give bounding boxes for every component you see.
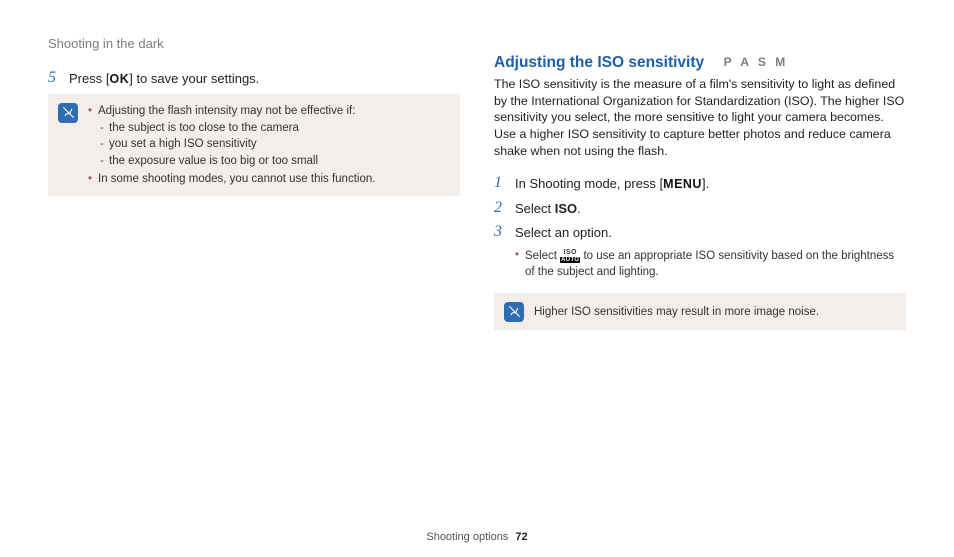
note-box: Higher ISO sensitivities may result in m… xyxy=(494,293,906,330)
iso-label: ISO xyxy=(555,201,577,216)
step-5: 5 Press [OK] to save your settings. xyxy=(48,69,460,88)
right-column: Adjusting the ISO sensitivity P A S M Th… xyxy=(494,36,906,502)
step-text: Press [OK] to save your settings. xyxy=(69,69,259,88)
section-paragraph: The ISO sensitivity is the measure of a … xyxy=(494,76,906,160)
note-icon xyxy=(58,103,78,123)
step-number: 2 xyxy=(494,199,510,217)
page-number: 72 xyxy=(515,531,527,543)
note-body: Higher ISO sensitivities may result in m… xyxy=(534,301,819,322)
step-1: 1 In Shooting mode, press [MENU]. xyxy=(494,174,906,193)
note-body: Adjusting the flash intensity may not be… xyxy=(88,102,375,188)
section-title: Adjusting the ISO sensitivity xyxy=(494,54,704,72)
breadcrumb: Shooting in the dark xyxy=(48,36,460,51)
step-3: 3 Select an option. xyxy=(494,223,906,242)
note-box: Adjusting the flash intensity may not be… xyxy=(48,94,460,196)
note-bullet: In some shooting modes, you cannot use t… xyxy=(88,171,375,188)
ok-button-label: OK xyxy=(109,72,129,86)
note-bullet: Adjusting the flash intensity may not be… xyxy=(88,103,375,170)
step-number: 5 xyxy=(48,69,64,87)
sub-text-post: to use an appropriate ISO sensitivity ba… xyxy=(525,250,894,279)
step-text: Select an option. xyxy=(515,223,612,242)
section-heading-row: Adjusting the ISO sensitivity P A S M xyxy=(494,54,906,72)
step-text: Select ISO. xyxy=(515,199,581,218)
note-dash: the subject is too close to the camera xyxy=(100,120,375,137)
text-suffix: ]. xyxy=(702,176,709,191)
mode-tags: P A S M xyxy=(724,55,789,69)
text-suffix: ] to save your settings. xyxy=(129,71,259,86)
sub-step: Select ISOAUTO to use an appropriate ISO… xyxy=(494,248,906,281)
note-icon xyxy=(504,302,524,322)
note-line: Adjusting the flash intensity may not be… xyxy=(98,105,355,117)
step-number: 1 xyxy=(494,174,510,192)
step-text: In Shooting mode, press [MENU]. xyxy=(515,174,709,193)
sub-text-pre: Select xyxy=(525,250,560,262)
note-dash: you set a high ISO sensitivity xyxy=(100,136,375,153)
page-footer: Shooting options 72 xyxy=(0,531,954,543)
footer-label: Shooting options xyxy=(426,531,508,543)
text-prefix: In Shooting mode, press [ xyxy=(515,176,663,191)
note-dash: the exposure value is too big or too sma… xyxy=(100,153,375,170)
iso-auto-icon: ISOAUTO xyxy=(560,250,580,263)
step-2: 2 Select ISO. xyxy=(494,199,906,218)
left-column: Shooting in the dark 5 Press [OK] to sav… xyxy=(48,36,460,502)
sub-bullet: Select ISOAUTO to use an appropriate ISO… xyxy=(515,248,906,281)
step-number: 3 xyxy=(494,223,510,241)
text-suffix: . xyxy=(577,201,581,216)
text-prefix: Press [ xyxy=(69,71,109,86)
text-prefix: Select xyxy=(515,201,555,216)
menu-button-label: MENU xyxy=(663,177,702,191)
